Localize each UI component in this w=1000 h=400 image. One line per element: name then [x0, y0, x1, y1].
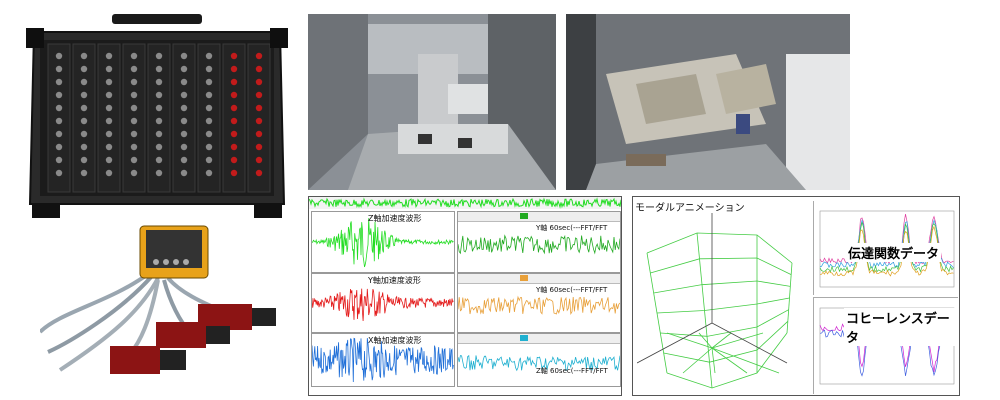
sensor-and-camera-set	[38, 222, 290, 392]
coherence-plot[interactable]: コヒーレンスデータ	[813, 297, 958, 394]
spectrum-1-header	[458, 212, 620, 222]
office-camera-image-before	[308, 14, 556, 190]
spectrum-plot-2[interactable]: Y軸 60sec(---FFT/FFT	[457, 273, 621, 333]
modal-animation-title: モーダルアニメーション	[635, 203, 745, 214]
y-waveform-plot[interactable]: Y軸加速度波形	[311, 273, 455, 333]
spectrum-2-color-swatch	[520, 275, 528, 281]
modal-analysis-window: モーダルアニメーション 伝達関数データ コヒーレンスデータ	[632, 196, 960, 396]
z-waveform-plot[interactable]: Z軸加速度波形	[311, 211, 455, 273]
data-logger-chassis	[22, 14, 292, 220]
transfer-function-plot[interactable]: 伝達関数データ	[813, 201, 958, 295]
spectrum-3-color-swatch	[520, 335, 528, 341]
y-waveform-label: Y軸加速度波形	[368, 276, 421, 285]
x-waveform-label: X軸加速度波形	[368, 336, 422, 345]
spectrum-2-label: Y軸 60sec(---FFT/FFT	[536, 286, 608, 294]
spectrum-1-label: Y軸 60sec(---FFT/FFT	[536, 224, 608, 232]
spectrum-1-color-swatch	[520, 213, 528, 219]
spectrum-plot-1[interactable]: Y軸 60sec(---FFT/FFT	[457, 211, 621, 273]
spectrum-3-label: Z軸 60sec(---FFT/FFT	[536, 367, 608, 375]
coherence-label: コヒーレンスデータ	[844, 308, 958, 346]
z-waveform-label: Z軸加速度波形	[368, 214, 422, 223]
timeline-overview[interactable]	[309, 197, 621, 209]
x-waveform-plot[interactable]: X軸加速度波形	[311, 333, 455, 387]
spectrum-plot-3[interactable]: Z軸 60sec(---FFT/FFT	[457, 333, 621, 387]
waveform-analysis-window: Z軸加速度波形 Y軸加速度波形 X軸加速度波形 Y軸 60sec(---FFT/…	[308, 196, 622, 396]
spectrum-3-header	[458, 334, 620, 344]
spectrum-2-header	[458, 274, 620, 284]
transfer-function-label: 伝達関数データ	[846, 243, 942, 262]
modal-animation-view[interactable]	[637, 213, 807, 393]
office-camera-image-after	[566, 14, 850, 190]
